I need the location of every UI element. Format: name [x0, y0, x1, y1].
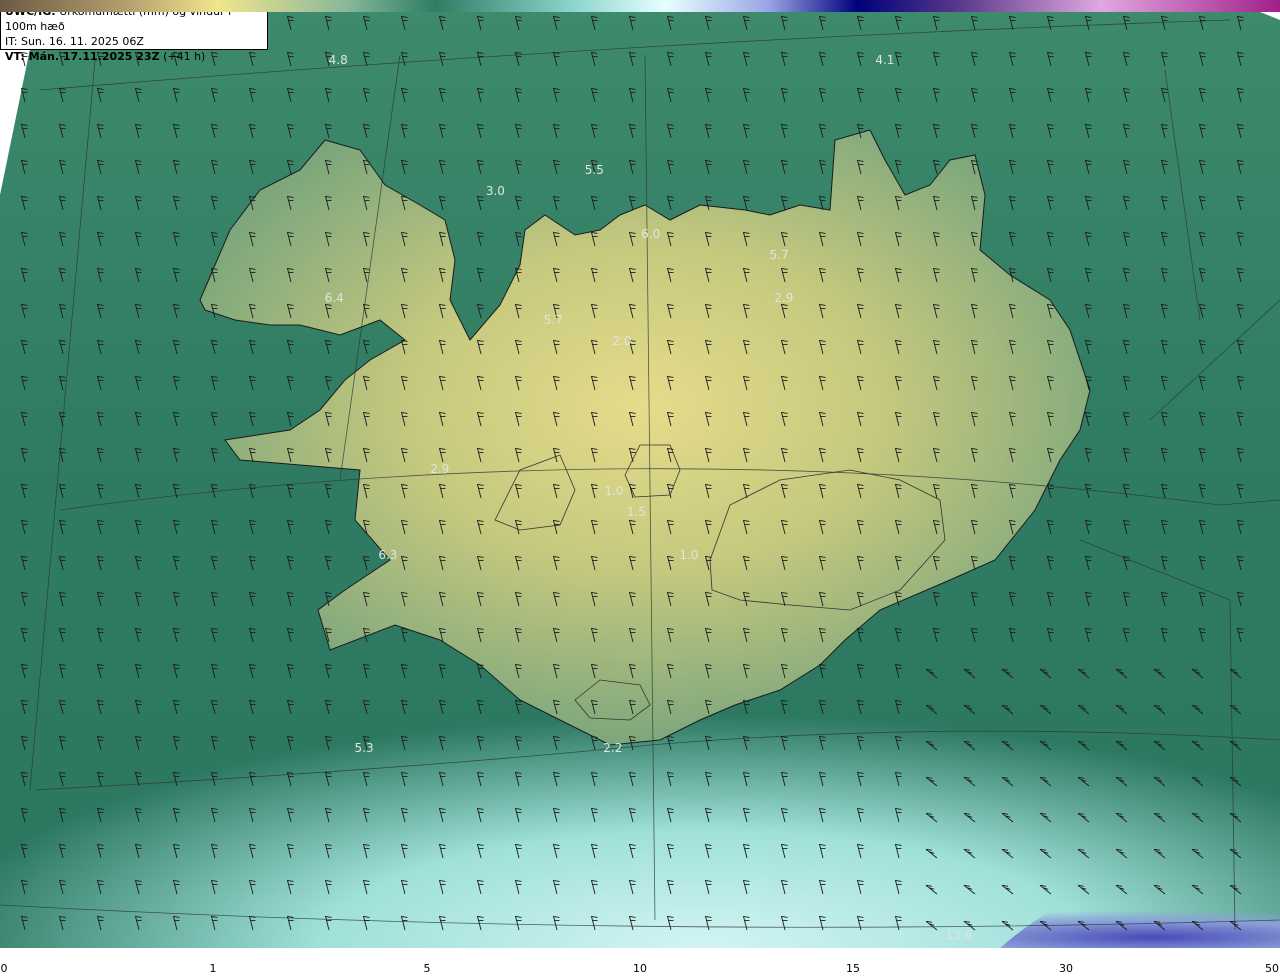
precip-value-label: 4.1 — [875, 53, 895, 67]
colorbar-tick-label: 10 — [633, 962, 647, 975]
precip-value-label: 13.6 — [945, 928, 973, 942]
header-line-3: VT: Mán. 17.11.2025 23Z (+41 h) — [5, 50, 206, 63]
precip-value-label: 6.3 — [378, 547, 398, 562]
precip-value-label: 5.7 — [769, 248, 789, 263]
precip-value-label: 5.5 — [584, 162, 604, 177]
precip-value-label: 1.0 — [679, 547, 699, 562]
map-stage: UWC/IG: Úrkomumætti (mm) og vindur í 100… — [0, 0, 1280, 978]
colorbar-tick-label: 30 — [1059, 962, 1073, 975]
colorbar-tick-label: 5 — [423, 962, 431, 975]
precip-value-label: 2.9 — [774, 291, 794, 306]
colorbar-tick-label: 50 — [1265, 962, 1279, 975]
colorbar-tick-label: 1 — [209, 962, 217, 975]
precip-value-label: 6.0 — [641, 226, 661, 241]
precip-value-label: 2.9 — [430, 462, 450, 477]
colorbar-tick-label: 0 — [0, 962, 8, 975]
precip-value-label: 6.4 — [324, 291, 344, 306]
map-canvas — [0, 0, 1280, 948]
colorbar-tick-label: 15 — [846, 962, 860, 975]
precip-value-label: 5.3 — [354, 740, 374, 755]
precip-value-label: 5.7 — [543, 312, 563, 327]
precip-value-label: 2.2 — [603, 740, 623, 755]
colorbar — [0, 0, 1280, 12]
precip-value-label: 2.0 — [612, 333, 632, 348]
precip-value-label: 1.0 — [604, 483, 624, 498]
colorbar-gradient — [0, 0, 1280, 12]
precip-value-label: 3.0 — [485, 184, 505, 199]
precip-value-label: 4.8 — [328, 53, 348, 67]
header-line-2: IT: Sun. 16. 11. 2025 06Z — [5, 35, 144, 48]
precip-value-label: 1.5 — [626, 505, 646, 520]
